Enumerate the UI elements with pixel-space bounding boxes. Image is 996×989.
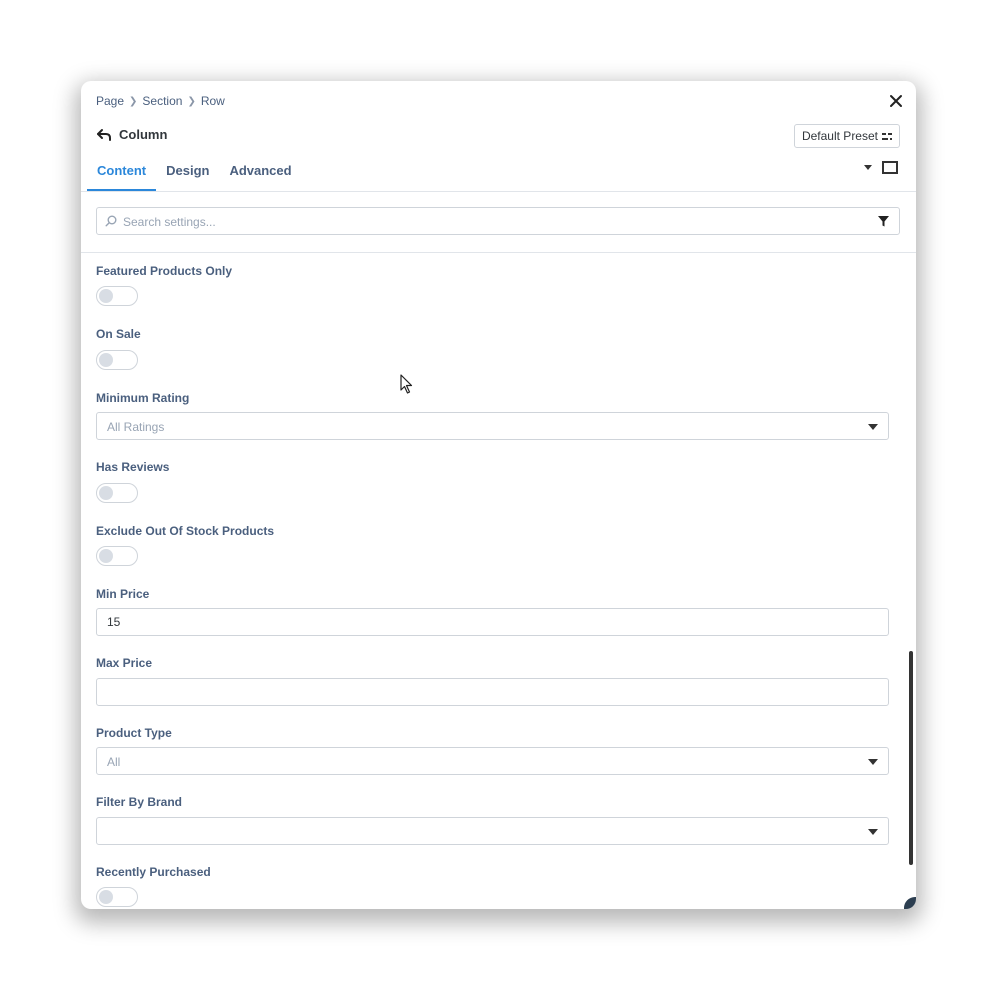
tab-content[interactable]: Content [87,161,157,191]
breadcrumb: Page ❯ Section ❯ Row [96,94,225,108]
on-sale-toggle[interactable] [96,350,138,370]
default-preset-button[interactable]: Default Preset [793,124,900,148]
filter-icon[interactable] [878,216,889,227]
min-price-input[interactable] [97,609,887,635]
tab-bar: Content Design Advanced [87,161,302,191]
recently-purchased-toggle[interactable] [96,887,138,907]
panel-title-row: Column [96,127,167,142]
min-price-field-box [96,608,889,636]
scrollbar-thumb[interactable] [909,651,913,865]
toggle-knob [99,486,113,500]
dropdown-arrow-icon [868,829,878,835]
exclude-out-of-stock-toggle[interactable] [96,546,138,566]
toggle-knob [99,289,113,303]
product-type-label: Product Type [96,726,172,740]
toggle-knob [99,353,113,367]
has-reviews-label: Has Reviews [96,460,170,474]
product-type-value: All [107,755,121,769]
close-icon[interactable] [888,93,904,109]
tabs-divider [81,191,916,192]
breadcrumb-row[interactable]: Row [201,94,225,108]
filter-by-brand-label: Filter By Brand [96,795,183,809]
tab-design[interactable]: Design [156,161,219,191]
minimum-rating-label: Minimum Rating [96,391,190,405]
featured-products-toggle[interactable] [96,286,138,306]
breadcrumb-page[interactable]: Page [96,94,124,108]
chevron-right-icon: ❯ [187,95,196,107]
dropdown-arrow-icon [868,759,878,765]
breadcrumb-section[interactable]: Section [142,94,182,108]
settings-modal: Page ❯ Section ❯ Row Column Default Pres… [81,81,916,909]
toggle-knob [99,890,113,904]
preset-label: Default Preset [801,129,878,143]
tab-tools [864,161,898,174]
chevron-right-icon: ❯ [129,95,138,107]
panel-title: Column [119,127,168,142]
recently-purchased-label: Recently Purchased [96,865,211,879]
filter-by-brand-select[interactable] [96,817,889,845]
search-icon [105,215,117,227]
has-reviews-toggle[interactable] [96,483,138,503]
featured-products-label: Featured Products Only [96,264,233,278]
expand-square-icon[interactable] [882,161,898,174]
max-price-input[interactable] [97,679,887,705]
search-box [96,207,900,236]
minimum-rating-select[interactable]: All Ratings [96,412,889,440]
mouse-cursor-icon [400,374,413,394]
preset-options-icon [882,132,892,140]
back-arrow-icon[interactable] [96,128,112,142]
search-input[interactable] [121,208,865,236]
dropdown-arrow-icon [868,424,878,430]
on-sale-label: On Sale [96,327,141,341]
exclude-out-of-stock-label: Exclude Out Of Stock Products [96,524,275,538]
caret-down-icon[interactable] [864,165,872,170]
minimum-rating-value: All Ratings [107,420,165,434]
max-price-field-box [96,678,889,706]
tab-advanced[interactable]: Advanced [219,161,301,191]
settings-scroll-area[interactable]: Featured Products Only On Sale Minimum R… [81,253,916,909]
product-type-select[interactable]: All [96,747,889,775]
max-price-label: Max Price [96,656,153,670]
toggle-knob [99,549,113,563]
min-price-label: Min Price [96,587,150,601]
